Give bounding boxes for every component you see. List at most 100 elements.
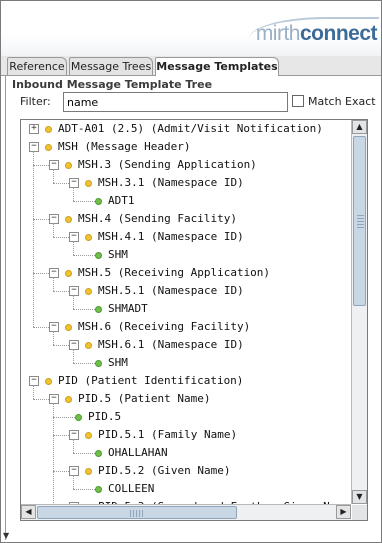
tab-bar: Reference Message Trees Message Template… (1, 56, 381, 76)
tree-guide-line (73, 349, 74, 363)
segment-node-icon (65, 216, 72, 223)
collapse-toggle-icon[interactable]: − (49, 322, 59, 332)
scroll-right-button[interactable]: ▶ (336, 505, 351, 519)
scroll-down-button[interactable]: ▼ (352, 490, 367, 504)
tree-rows: + ADT-A01 (2.5) (Admit/Visit Notification… (21, 120, 351, 504)
value-node-icon (95, 306, 102, 313)
collapse-toggle-icon[interactable]: − (49, 394, 59, 404)
tree-connector-line (33, 219, 49, 220)
value-node-icon (95, 252, 102, 259)
inbound-template-panel: Inbound Message Template Tree Filter: Ma… (5, 76, 380, 540)
logo-bar: mirthconnect (1, 1, 381, 56)
collapse-toggle-icon[interactable]: − (69, 466, 79, 476)
collapse-toggle-icon[interactable]: − (29, 376, 39, 386)
tree-leaf-row[interactable] (21, 246, 351, 264)
tree-node-label: MSH.4.1 (Namespace ID) (98, 230, 244, 243)
vertical-scroll-thumb[interactable] (353, 136, 366, 306)
horizontal-scroll-thumb[interactable] (37, 506, 237, 519)
collapse-toggle-icon[interactable]: − (49, 214, 59, 224)
tree-connector-line (53, 183, 69, 184)
mirth-connect-logo: mirthconnect (255, 22, 378, 46)
segment-node-icon (65, 162, 72, 169)
tree-node-label: SHM (108, 356, 128, 369)
tree-connector-line (33, 399, 49, 400)
tree-node-label: MSH.3 (Sending Application) (78, 158, 257, 171)
collapse-toggle-icon[interactable]: − (49, 268, 59, 278)
tree-node-label: PID.5 (88, 410, 122, 423)
logo-text-part1: mirth (255, 22, 301, 45)
tree-leaf-row[interactable] (21, 192, 351, 210)
collapse-toggle-icon[interactable]: − (69, 178, 79, 188)
tree-node-label: MSH.4 (Sending Facility) (78, 212, 237, 225)
tree-guide-line (73, 187, 74, 201)
tab-message-templates[interactable]: Message Templates (155, 57, 279, 76)
value-node-icon (75, 414, 82, 421)
tree-connector-line (33, 327, 49, 328)
tree-node-label: MSH.6.1 (Namespace ID) (98, 338, 244, 351)
tree-leaf-row[interactable] (21, 354, 351, 372)
tree-node-label: MSH.5.1 (Namespace ID) (98, 284, 244, 297)
hscroll-grip-icon (130, 510, 144, 517)
collapse-toggle-icon[interactable]: − (49, 160, 59, 170)
segment-node-icon (65, 270, 72, 277)
tab-reference[interactable]: Reference (7, 57, 67, 75)
tree-node-label: MSH (Message Header) (58, 140, 191, 153)
scroll-left-button[interactable]: ◀ (21, 505, 36, 519)
horizontal-scrollbar[interactable]: ◀ ▶ (21, 504, 351, 520)
tree-node-label: OHALLAHAN (108, 446, 168, 459)
segment-node-icon (85, 288, 92, 295)
tree-node-label: ADT1 (108, 194, 135, 207)
value-node-icon (95, 450, 102, 457)
tree-guide-line (53, 169, 54, 183)
match-exact-checkbox[interactable] (292, 95, 304, 107)
tree-guide-line (73, 241, 74, 255)
tree-node-label: PID.5.2 (Given Name) (98, 464, 231, 477)
tree-node-label: MSH.5 (Receiving Application) (78, 266, 271, 279)
tree-guide-line (53, 277, 54, 291)
tree-connector-line (53, 435, 69, 436)
tree-connector-line (33, 273, 49, 274)
expand-toggle-icon[interactable]: + (29, 124, 39, 134)
scroll-up-button[interactable]: ▲ (352, 120, 367, 134)
tab-message-trees[interactable]: Message Trees (69, 57, 153, 75)
match-exact-label: Match Exact (308, 95, 376, 108)
segment-node-icon (85, 180, 92, 187)
collapse-toggle-icon[interactable]: − (29, 142, 39, 152)
collapse-toggle-icon[interactable]: − (69, 232, 79, 242)
tree-guide-line (53, 403, 54, 504)
tree-node-label: ADT-A01 (2.5) (Admit/Visit Notification) (58, 122, 323, 135)
logo-text-part2: connect (299, 22, 378, 45)
tree-node-label: PID.5 (Patient Name) (78, 392, 211, 405)
filter-label: Filter: (20, 95, 51, 108)
tree-leaf-row[interactable] (21, 480, 351, 498)
tree-node-label: MSH.6 (Receiving Facility) (78, 320, 251, 333)
tree-node-label: PID.5.1 (Family Name) (98, 428, 238, 441)
scroll-corner (352, 505, 367, 520)
vertical-scrollbar[interactable]: ▲ ▼ (351, 120, 367, 504)
collapse-toggle-icon[interactable]: − (69, 286, 79, 296)
collapse-caret-icon: ▼ (3, 531, 10, 540)
tree-guide-line (53, 331, 54, 345)
message-template-tree: + ADT-A01 (2.5) (Admit/Visit Notification… (20, 119, 368, 521)
filter-input[interactable] (63, 92, 288, 112)
app-frame: mirthconnect Reference Message Trees Mes… (0, 0, 382, 543)
tree-leaf-row[interactable] (21, 444, 351, 462)
segment-node-icon (45, 378, 52, 385)
segment-node-icon (85, 234, 92, 241)
tree-guide-line (33, 385, 34, 399)
segment-node-icon (85, 432, 92, 439)
segment-node-icon (85, 468, 92, 475)
tree-node-label: SHMADT (108, 302, 148, 315)
value-node-icon (95, 198, 102, 205)
tree-connector-line (53, 345, 69, 346)
collapse-toggle-icon[interactable]: − (69, 430, 79, 440)
scroll-grip-icon (357, 215, 364, 229)
tree-node-label: PID (Patient Identification) (58, 374, 244, 387)
segment-node-icon (65, 324, 72, 331)
collapse-toggle-icon[interactable]: − (69, 340, 79, 350)
tree-leaf-row[interactable] (21, 300, 351, 318)
panel-title: Inbound Message Template Tree (12, 78, 213, 91)
value-node-icon (95, 486, 102, 493)
tree-guide-line (73, 475, 74, 489)
value-node-icon (95, 360, 102, 367)
